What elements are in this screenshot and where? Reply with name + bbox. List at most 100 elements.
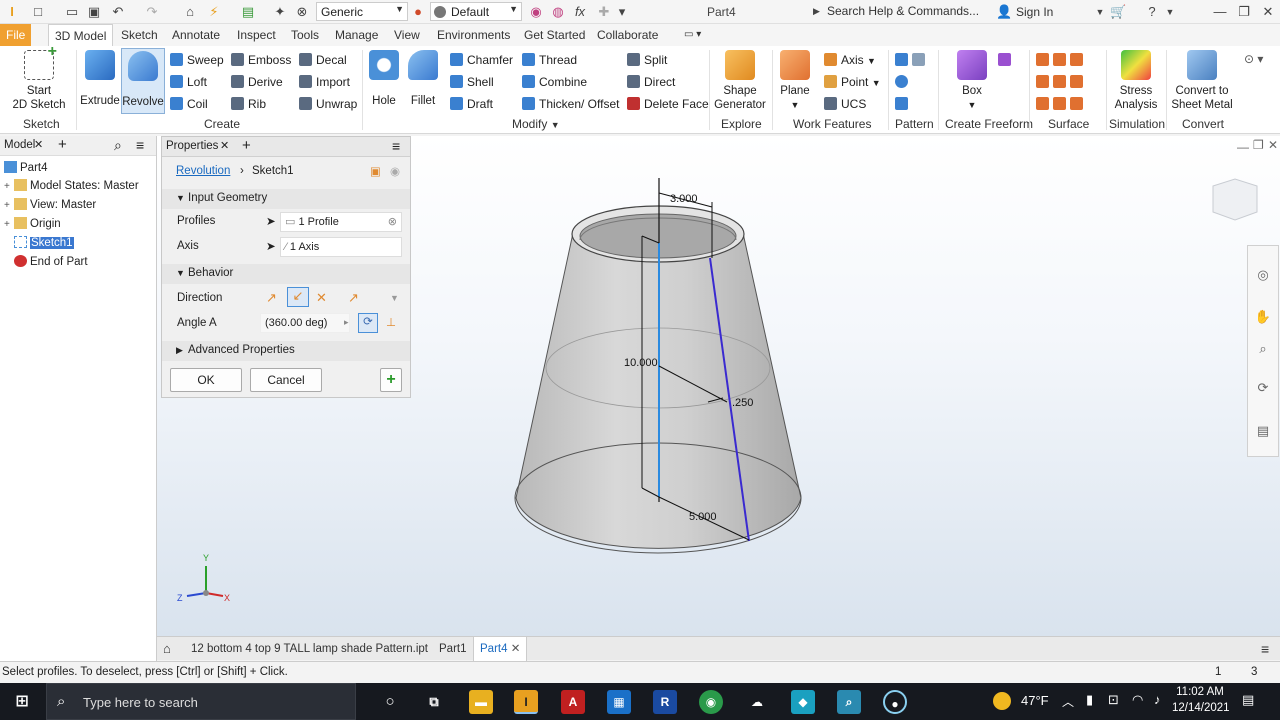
- doc-tab-lamp-shade[interactable]: 12 bottom 4 top 9 TALL lamp shade Patter…: [191, 637, 428, 661]
- axis-field[interactable]: ⁄ 1 Axis: [280, 237, 402, 257]
- rectangular-pattern-button[interactable]: [895, 51, 929, 69]
- cortana-icon[interactable]: ○: [378, 690, 402, 714]
- search-expand-icon[interactable]: ▶: [813, 6, 820, 17]
- tab-view[interactable]: View: [392, 24, 422, 46]
- revit-icon[interactable]: R: [653, 690, 677, 714]
- tree-item-origin[interactable]: + Origin: [4, 216, 61, 233]
- expand-icon[interactable]: +: [4, 178, 14, 195]
- file-explorer-icon[interactable]: ▬: [469, 690, 493, 714]
- emboss-button[interactable]: Emboss: [231, 51, 291, 69]
- chamfer-button[interactable]: Chamfer: [450, 51, 513, 69]
- zoom-icon[interactable]: ⌕: [1251, 338, 1275, 360]
- tree-item-view[interactable]: + View: Master: [4, 197, 96, 214]
- tab-model[interactable]: Model: [4, 139, 35, 151]
- box-button[interactable]: Box ▼: [955, 48, 989, 112]
- clock-time[interactable]: 11:02 AM: [1175, 686, 1225, 698]
- chevron-down-icon[interactable]: ▼: [390, 293, 399, 303]
- tab-3d-model[interactable]: 3D Model: [48, 24, 114, 46]
- adjust-appearance-icon[interactable]: ◉: [528, 4, 544, 20]
- windows-start-icon[interactable]: ⊞: [10, 690, 34, 714]
- close-icon[interactable]: ✕: [34, 138, 43, 151]
- menu-icon[interactable]: ≡: [1261, 637, 1269, 661]
- sweep-button[interactable]: Sweep: [170, 51, 224, 69]
- help-search-input[interactable]: Search Help & Commands...: [827, 3, 992, 21]
- split-button[interactable]: Split: [627, 51, 667, 69]
- close-view-icon[interactable]: ✕: [1268, 138, 1278, 152]
- fusion-icon[interactable]: ◆: [791, 690, 815, 714]
- hole-button[interactable]: Hole: [367, 48, 401, 108]
- dimension-top-diameter[interactable]: 3.000: [670, 193, 698, 205]
- tab-inspect[interactable]: Inspect: [235, 24, 278, 46]
- combine-button[interactable]: Combine: [522, 73, 587, 91]
- redo-icon[interactable]: ↷: [144, 4, 160, 20]
- volume-icon[interactable]: ♪: [1154, 692, 1161, 707]
- chevron-down-icon[interactable]: ▼: [1162, 4, 1178, 20]
- breadcrumb-revolution[interactable]: Revolution: [176, 165, 230, 177]
- menu-icon[interactable]: ≡: [392, 138, 400, 154]
- derive-button[interactable]: Derive: [231, 73, 283, 91]
- orbit-icon[interactable]: ⟳: [1251, 377, 1275, 399]
- weather-temp[interactable]: 47°F: [1021, 693, 1049, 708]
- unwrap-button[interactable]: Unwrap: [299, 95, 357, 113]
- thicken-offset-button[interactable]: Thicken/ Offset: [522, 95, 619, 113]
- close-icon[interactable]: ✕: [1260, 4, 1276, 20]
- look-at-icon[interactable]: ▤: [1251, 420, 1275, 442]
- profiles-field[interactable]: ▭ 1 Profile ⊗: [280, 212, 402, 232]
- delete-face-button[interactable]: Delete Face: [627, 95, 709, 113]
- loft-button[interactable]: Loft: [170, 73, 207, 91]
- section-input-geometry[interactable]: ▼ Input Geometry: [162, 189, 410, 209]
- weather-sun-icon[interactable]: [993, 692, 1011, 710]
- axis-button[interactable]: Axis ▼: [824, 51, 876, 69]
- import-button[interactable]: Import: [299, 73, 350, 91]
- revolve-button[interactable]: Revolve: [121, 48, 165, 114]
- open-file-icon[interactable]: ▭: [64, 4, 80, 20]
- chrome-icon[interactable]: ◉: [699, 690, 723, 714]
- coil-button[interactable]: Coil: [170, 95, 208, 113]
- notifications-icon[interactable]: ▤: [1242, 692, 1254, 708]
- select-arrow-icon[interactable]: ➤: [266, 239, 276, 253]
- app-icon[interactable]: ☁: [745, 690, 769, 714]
- ok-button[interactable]: OK: [170, 368, 242, 392]
- clock-date[interactable]: 12/14/2021: [1172, 702, 1230, 714]
- plane-button[interactable]: Plane ▼: [778, 48, 812, 112]
- select-arrow-icon[interactable]: ➤: [266, 214, 276, 228]
- tree-item-model-states[interactable]: + Model States: Master: [4, 178, 139, 195]
- ruled-surface-button[interactable]: [1036, 95, 1087, 113]
- chevron-down-icon[interactable]: ▼: [1092, 4, 1108, 20]
- stress-analysis-button[interactable]: Stress Analysis: [1110, 48, 1162, 112]
- shape-generator-button[interactable]: Shape Generator: [713, 48, 767, 112]
- tab-get-started[interactable]: Get Started: [522, 24, 587, 46]
- parameters-fx-icon[interactable]: fx: [572, 4, 588, 20]
- panel-label-modify[interactable]: Modify ▼: [512, 117, 560, 131]
- close-icon[interactable]: ✕: [220, 139, 229, 152]
- add-icon[interactable]: +: [242, 137, 251, 154]
- thread-button[interactable]: Thread: [522, 51, 577, 69]
- battery-icon[interactable]: ▮: [1086, 692, 1093, 708]
- wifi-icon[interactable]: ◠: [1132, 692, 1143, 708]
- apply-add-button[interactable]: +: [380, 368, 402, 392]
- tree-item-sketch1[interactable]: Sketch1: [4, 235, 74, 252]
- direction-asymmetric-icon[interactable]: ↗: [348, 290, 359, 306]
- tab-sketch[interactable]: Sketch: [119, 24, 160, 46]
- direction-symmetric-icon[interactable]: ✕: [316, 290, 327, 306]
- cart-icon[interactable]: 🛒: [1110, 4, 1126, 20]
- fillet-button[interactable]: Fillet: [406, 48, 440, 108]
- to-icon[interactable]: ⊥: [386, 315, 396, 329]
- restore-icon[interactable]: ❐: [1236, 4, 1252, 20]
- ribbon-overflow-icon[interactable]: ⊙ ▾: [1244, 52, 1263, 66]
- task-view-icon[interactable]: ⧉: [422, 690, 446, 714]
- inventor-logo-icon[interactable]: I: [4, 4, 20, 20]
- convert-to-sheet-metal-button[interactable]: Convert to Sheet Metal: [1170, 48, 1234, 112]
- point-button[interactable]: Point ▼: [824, 73, 881, 91]
- home-icon[interactable]: ⌂: [163, 637, 171, 661]
- close-icon[interactable]: ✕: [511, 643, 521, 655]
- expand-icon[interactable]: +: [4, 216, 14, 233]
- stitch-button[interactable]: [1036, 51, 1087, 69]
- tree-item-part4[interactable]: Part4: [4, 160, 48, 177]
- direction-flipped-icon[interactable]: ↙: [287, 287, 309, 307]
- dimension-height[interactable]: 10.000: [624, 357, 658, 369]
- tab-file[interactable]: File: [0, 24, 32, 46]
- cancel-button[interactable]: Cancel: [250, 368, 322, 392]
- freeform-edit-button[interactable]: [998, 51, 1015, 69]
- update-icon[interactable]: ⚡: [206, 4, 222, 20]
